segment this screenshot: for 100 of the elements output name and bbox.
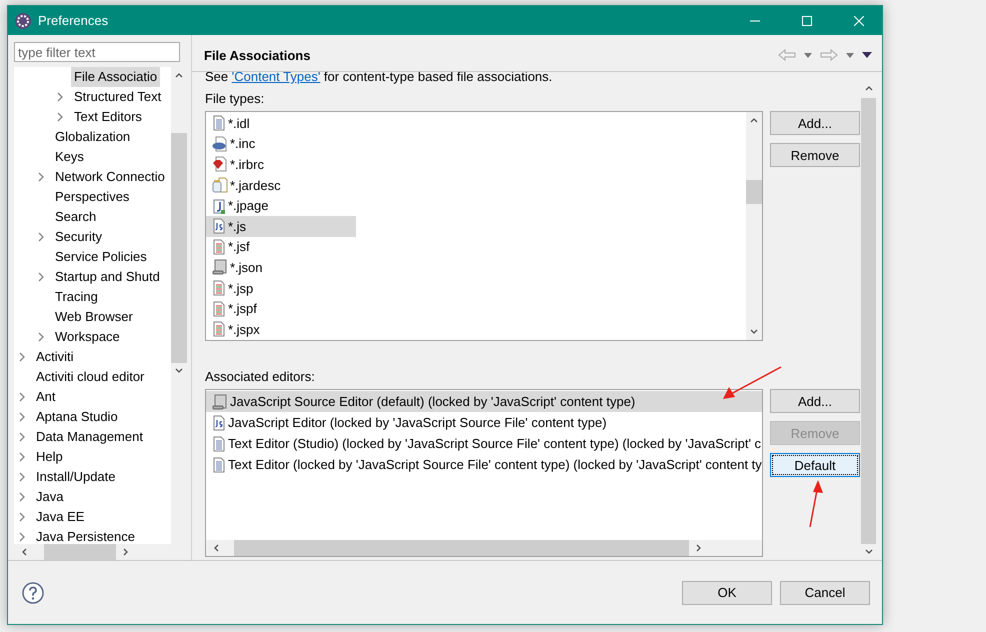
tree-item[interactable]: Help: [33, 447, 66, 467]
expand-chevron-icon[interactable]: [37, 232, 45, 242]
file-type-item[interactable]: *.jsf: [206, 236, 356, 258]
scroll-up-icon[interactable]: [750, 116, 758, 124]
file-type-item[interactable]: *.jsp: [206, 278, 356, 298]
expand-chevron-icon[interactable]: [56, 112, 64, 122]
file-icon: [212, 456, 226, 472]
file-type-item[interactable]: *.inc: [206, 134, 356, 154]
expand-chevron-icon[interactable]: [56, 92, 64, 102]
expand-chevron-icon[interactable]: [18, 432, 26, 442]
tree-item[interactable]: Startup and Shutd: [52, 267, 163, 287]
file-type-item[interactable]: *.irbrc: [206, 154, 356, 175]
editor-item[interactable]: Text Editor (locked by 'JavaScript Source File' content type) (locked by 'JavaScript' content ty: [206, 454, 762, 475]
scroll-left-icon[interactable]: [212, 544, 220, 552]
editor-item[interactable]: Text Editor (Studio) (locked by 'JavaScript Source File' content type) (locked by 'JavaScript' c: [206, 433, 762, 454]
expand-chevron-icon[interactable]: [37, 332, 45, 342]
file-type-item[interactable]: *.idl: [206, 113, 356, 134]
tree-item[interactable]: Text Editors: [71, 107, 145, 127]
scroll-up-icon[interactable]: [864, 84, 872, 92]
tree-item[interactable]: File Associatio: [71, 67, 160, 87]
forward-arrow-icon[interactable]: [820, 49, 838, 61]
tree-item[interactable]: Tracing: [52, 287, 101, 307]
scroll-down-icon[interactable]: [750, 328, 758, 336]
tree-item[interactable]: Activiti: [33, 347, 77, 367]
scroll-thumb[interactable]: [44, 544, 116, 560]
tree-item[interactable]: Globalization: [52, 127, 134, 147]
tree-item[interactable]: Web Browser: [52, 307, 136, 327]
file-icon: [212, 321, 226, 338]
jar-file-icon: [212, 177, 228, 194]
tree-item[interactable]: Perspectives: [52, 187, 132, 207]
dialog-button[interactable]: Cancel: [780, 580, 870, 604]
tree-item[interactable]: Structured Text: [71, 87, 164, 107]
dropdown-caret-icon[interactable]: [804, 52, 812, 58]
expand-chevron-icon[interactable]: [18, 492, 26, 502]
content-types-link[interactable]: 'Content Types': [232, 72, 320, 84]
expand-chevron-icon[interactable]: [18, 412, 26, 422]
scroll-down-icon[interactable]: [864, 548, 872, 556]
view-menu-icon[interactable]: [862, 52, 872, 58]
editor-item[interactable]: JavaScript Source Editor (default) (locked by 'JavaScript' content type): [206, 391, 762, 412]
filter-field[interactable]: type filter text: [14, 42, 180, 62]
scroll-right-icon[interactable]: [122, 548, 130, 556]
scroll-thumb[interactable]: [234, 540, 689, 556]
scrollbar[interactable]: [746, 112, 762, 340]
help-icon[interactable]: [22, 582, 44, 604]
dialog-button[interactable]: OK: [682, 580, 772, 604]
expand-chevron-icon[interactable]: [18, 512, 26, 522]
expand-chevron-icon[interactable]: [37, 172, 45, 182]
scroll-thumb[interactable]: [171, 133, 187, 363]
script-file-icon: [212, 218, 226, 234]
close-icon[interactable]: [854, 16, 864, 26]
file-type-item[interactable]: *.jspx: [206, 318, 356, 340]
file-type-item[interactable]: *.jpage: [206, 195, 356, 216]
expand-chevron-icon[interactable]: [18, 392, 26, 402]
tree-item[interactable]: Activiti cloud editor: [33, 367, 148, 387]
side-button[interactable]: Add...: [770, 111, 860, 135]
side-button[interactable]: Default: [770, 453, 860, 477]
gear-icon: [14, 12, 32, 30]
tree-item[interactable]: Install/Update: [33, 467, 118, 487]
expand-chevron-icon[interactable]: [18, 452, 26, 462]
script-file-icon: [212, 414, 226, 430]
tree-item[interactable]: Security: [52, 227, 105, 247]
dropdown-caret-icon[interactable]: [846, 52, 854, 58]
tree-item[interactable]: Java: [33, 487, 66, 507]
tree-item[interactable]: Network Connectio: [52, 167, 168, 187]
back-arrow-icon[interactable]: [778, 49, 796, 61]
scroll-left-icon[interactable]: [20, 548, 28, 556]
tree-item[interactable]: Aptana Studio: [33, 407, 121, 427]
file-icon: [212, 280, 226, 296]
side-button[interactable]: Add...: [770, 389, 860, 413]
expand-chevron-icon[interactable]: [37, 272, 45, 282]
file-type-item[interactable]: *.js: [206, 216, 356, 237]
file-icon: [212, 238, 226, 255]
scroll-up-icon[interactable]: [175, 71, 183, 79]
window-title: Preferences: [38, 13, 108, 28]
scroll-thumb[interactable]: [746, 180, 762, 204]
expand-chevron-icon[interactable]: [18, 532, 26, 542]
tree-item[interactable]: Workspace: [52, 327, 123, 347]
tree-item[interactable]: Service Policies: [52, 247, 150, 267]
expand-chevron-icon[interactable]: [18, 352, 26, 362]
file-type-item[interactable]: *.jardesc: [206, 174, 356, 196]
scroll-icon: [212, 259, 228, 276]
tree-item[interactable]: Search: [52, 207, 100, 227]
tree-item[interactable]: Ant: [33, 387, 59, 407]
tree-item[interactable]: Java EE: [33, 507, 88, 527]
tree-item[interactable]: Keys: [52, 147, 87, 167]
side-button[interactable]: Remove: [770, 143, 860, 167]
file-types-label: File types:: [205, 91, 266, 107]
php-file-icon: [212, 136, 228, 152]
tree-item[interactable]: Data Management: [33, 427, 146, 447]
scrollbar[interactable]: [206, 540, 762, 556]
tree-item[interactable]: Java Persistence: [33, 527, 138, 544]
editor-item[interactable]: JavaScript Editor (locked by 'JavaScript Source File' content type): [206, 412, 762, 433]
scroll-right-icon[interactable]: [695, 544, 703, 552]
scroll-icon: [212, 394, 228, 410]
maximize-icon[interactable]: [802, 16, 812, 26]
file-type-item[interactable]: *.jspf: [206, 298, 356, 319]
annotation-arrow: [808, 480, 824, 528]
expand-chevron-icon[interactable]: [18, 472, 26, 482]
scroll-down-icon[interactable]: [175, 367, 183, 375]
file-type-item[interactable]: *.json: [206, 257, 356, 278]
